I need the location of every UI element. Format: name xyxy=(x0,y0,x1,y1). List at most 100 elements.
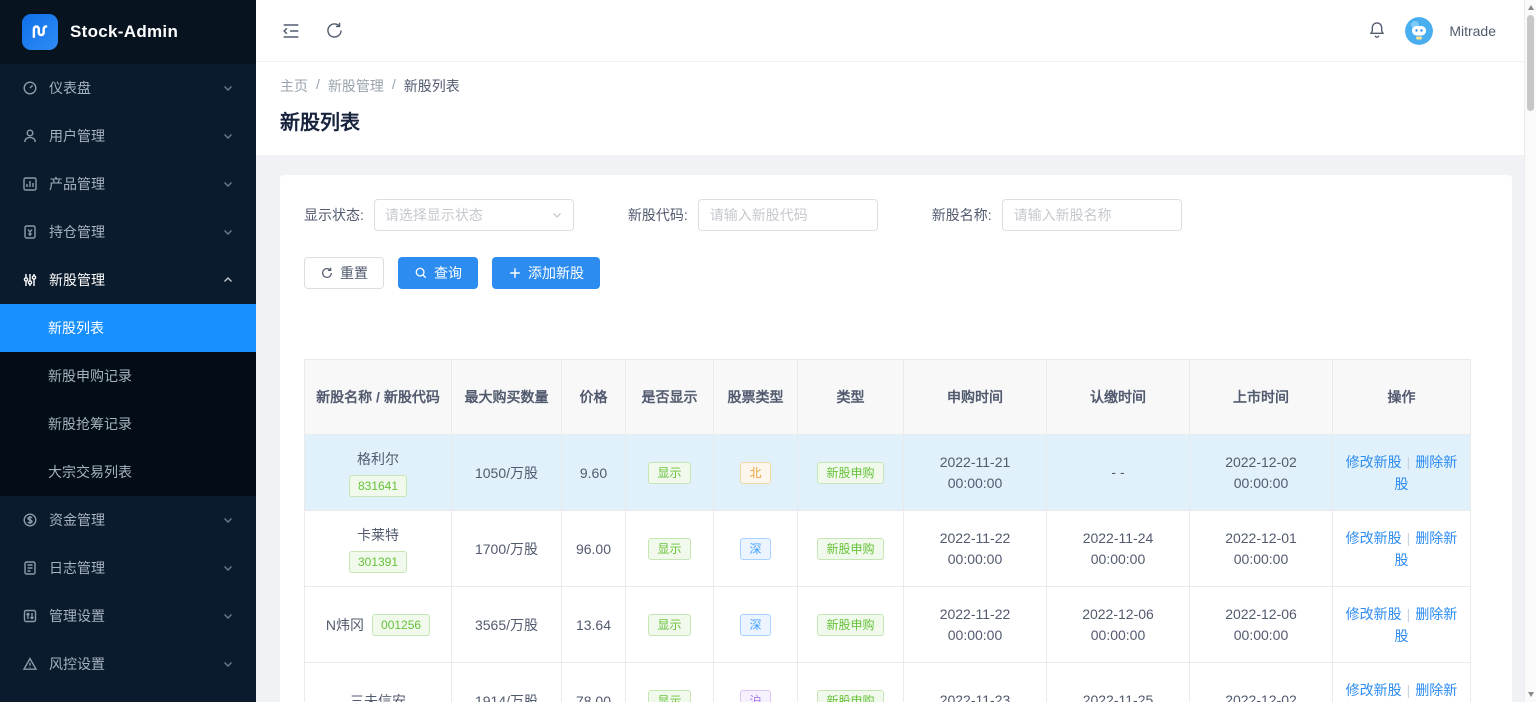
listing-time-cell: 2022-12-0600:00:00 xyxy=(1196,604,1326,646)
submenu-item-label: 新股列表 xyxy=(48,318,104,338)
sidebar-item-risk-settings[interactable]: 风控设置 xyxy=(0,640,256,688)
user-name[interactable]: Mitrade xyxy=(1449,23,1496,39)
stock-name-cell: 格利尔 831641 xyxy=(311,449,445,497)
stock-code-badge: 301391 xyxy=(349,551,407,573)
max-buy-cell: 1700/万股 xyxy=(452,511,562,587)
price-cell: 9.60 xyxy=(562,435,626,511)
market-badge: 深 xyxy=(740,538,770,560)
sidebar-item-label: 仪表盘 xyxy=(49,78,211,98)
sidebar-item-product-management[interactable]: 产品管理 xyxy=(0,160,256,208)
risk-settings-icon xyxy=(22,656,38,672)
sidebar-item-ipo-grab-records[interactable]: 新股抢筹记录 xyxy=(0,400,256,448)
sidebar-item-user-management[interactable]: 用户管理 xyxy=(0,112,256,160)
max-buy-cell: 3565/万股 xyxy=(452,587,562,663)
edit-ipo-link[interactable]: 修改新股 xyxy=(1346,530,1402,546)
col-header-subscribe-time: 申购时间 xyxy=(904,360,1047,435)
sidebar-item-block-trade-list[interactable]: 大宗交易列表 xyxy=(0,448,256,496)
scroll-up-arrow-icon[interactable] xyxy=(1528,5,1534,10)
scrollbar-thumb[interactable] xyxy=(1527,15,1534,111)
scroll-down-arrow-icon[interactable] xyxy=(1528,692,1534,697)
visible-badge: 显示 xyxy=(648,690,690,702)
stock-name: N炜冈 xyxy=(326,615,364,635)
search-icon xyxy=(414,266,428,280)
name-filter-label: 新股名称: xyxy=(932,205,992,225)
stock-name-cell: 三未信安 xyxy=(311,691,445,702)
market-badge: 北 xyxy=(740,462,770,484)
chevron-down-icon xyxy=(222,130,234,142)
pay-time-cell: 2022-11-2400:00:00 xyxy=(1053,528,1183,570)
visible-badge: 显示 xyxy=(648,614,690,636)
breadcrumb-separator: / xyxy=(392,76,396,96)
content-card: 显示状态: 请选择显示状态 新股代码: 新股名称: xyxy=(280,175,1512,702)
sidebar-item-funds-management[interactable]: 资金管理 xyxy=(0,496,256,544)
type-badge: 新股申购 xyxy=(817,614,883,636)
sidebar-item-label: 日志管理 xyxy=(49,558,211,578)
chevron-down-icon xyxy=(222,178,234,190)
delete-ipo-link[interactable]: 删除新股 xyxy=(1395,606,1458,644)
sidebar-item-ipo-management[interactable]: 新股管理 xyxy=(0,256,256,304)
chevron-down-icon xyxy=(222,514,234,526)
sidebar: Stock-Admin 仪表盘 用户管理 产品管理 xyxy=(0,0,256,702)
edit-ipo-link[interactable]: 修改新股 xyxy=(1346,682,1402,698)
sidebar-item-ipo-subscribe-records[interactable]: 新股申购记录 xyxy=(0,352,256,400)
type-badge: 新股申购 xyxy=(817,462,883,484)
chevron-down-icon xyxy=(222,610,234,622)
refresh-icon[interactable] xyxy=(324,20,346,42)
price-cell: 96.00 xyxy=(562,511,626,587)
table-row: 卡莱特 301391 1700/万股 96.00 显示 深 新股申购 2022-… xyxy=(305,511,1471,587)
actions-cell: 修改新股|删除新股 xyxy=(1346,606,1458,644)
page-head: 主页 / 新股管理 / 新股列表 新股列表 xyxy=(256,62,1536,155)
col-header-max-buy: 最大购买数量 xyxy=(452,360,562,435)
listing-time-cell: 2022-12-0100:00:00 xyxy=(1196,528,1326,570)
add-ipo-button[interactable]: 添加新股 xyxy=(492,257,600,289)
sidebar-item-log-management[interactable]: 日志管理 xyxy=(0,544,256,592)
sidebar-item-ipo-list[interactable]: 新股列表 xyxy=(0,304,256,352)
actions-cell: 修改新股|删除新股 xyxy=(1346,454,1458,492)
filter-group-code: 新股代码: xyxy=(628,199,878,231)
vertical-scrollbar[interactable] xyxy=(1524,0,1536,702)
delete-ipo-link[interactable]: 删除新股 xyxy=(1395,530,1458,568)
stock-name-cell: 卡莱特 301391 xyxy=(311,525,445,573)
user-avatar[interactable] xyxy=(1405,17,1433,45)
sidebar-item-label: 产品管理 xyxy=(49,174,211,194)
ipo-submenu: 新股列表 新股申购记录 新股抢筹记录 大宗交易列表 xyxy=(0,304,256,496)
status-select[interactable]: 请选择显示状态 xyxy=(374,199,574,231)
listing-time-cell: 2022-12-02 xyxy=(1196,690,1326,702)
col-header-name-code: 新股名称 / 新股代码 xyxy=(305,360,452,435)
delete-ipo-link[interactable]: 删除新股 xyxy=(1395,682,1458,702)
status-select-placeholder: 请选择显示状态 xyxy=(385,205,483,225)
actions-cell: 修改新股|删除新股 xyxy=(1346,530,1458,568)
price-cell: 78.00 xyxy=(562,663,626,702)
app-logo[interactable]: Stock-Admin xyxy=(0,0,256,64)
name-input[interactable] xyxy=(1002,199,1182,231)
breadcrumb-home[interactable]: 主页 xyxy=(280,76,308,96)
breadcrumb-separator: / xyxy=(316,76,320,96)
sidebar-item-label: 风控设置 xyxy=(49,654,211,674)
code-filter-label: 新股代码: xyxy=(628,205,688,225)
delete-ipo-link[interactable]: 删除新股 xyxy=(1395,454,1458,492)
code-input[interactable] xyxy=(698,199,878,231)
col-header-listing-time: 上市时间 xyxy=(1190,360,1333,435)
edit-ipo-link[interactable]: 修改新股 xyxy=(1346,454,1402,470)
topbar-right: Mitrade xyxy=(1367,17,1496,45)
table-header-row: 新股名称 / 新股代码 最大购买数量 价格 是否显示 股票类型 类型 申购时间 … xyxy=(305,360,1471,435)
sidebar-item-label: 持仓管理 xyxy=(49,222,211,242)
ipo-management-icon xyxy=(22,272,38,288)
stock-name: 三未信安 xyxy=(350,691,406,702)
main-area: Mitrade 主页 / 新股管理 / 新股列表 新股列表 显示状态: 请选择显… xyxy=(256,0,1536,702)
edit-ipo-link[interactable]: 修改新股 xyxy=(1346,606,1402,622)
product-management-icon xyxy=(22,176,38,192)
subscribe-time-cell: 2022-11-2200:00:00 xyxy=(910,604,1040,646)
reset-button[interactable]: 重置 xyxy=(304,257,384,289)
collapse-sidebar-icon[interactable] xyxy=(280,20,302,42)
sidebar-item-dashboard[interactable]: 仪表盘 xyxy=(0,64,256,112)
chevron-down-icon xyxy=(551,209,563,221)
admin-settings-icon xyxy=(22,608,38,624)
subscribe-time-cell: 2022-11-2200:00:00 xyxy=(910,528,1040,570)
search-button[interactable]: 查询 xyxy=(398,257,478,289)
filter-group-name: 新股名称: xyxy=(932,199,1182,231)
sidebar-item-position-management[interactable]: 持仓管理 xyxy=(0,208,256,256)
breadcrumb-ipo-management[interactable]: 新股管理 xyxy=(328,76,384,96)
sidebar-item-admin-settings[interactable]: 管理设置 xyxy=(0,592,256,640)
notifications-bell-icon[interactable] xyxy=(1367,20,1389,42)
